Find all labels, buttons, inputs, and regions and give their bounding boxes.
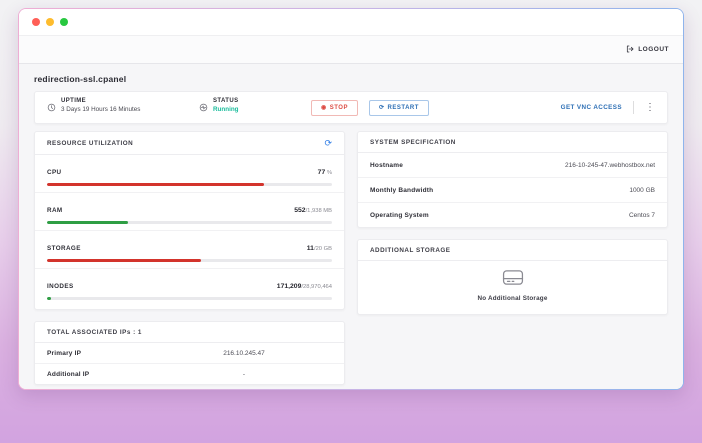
cpu-usage-row: CPU 77 % [35, 155, 344, 193]
storage-drive-icon [502, 269, 524, 291]
logout-label: LOGOUT [638, 46, 669, 53]
logout-icon [626, 45, 634, 55]
storage-value: 11 [307, 245, 314, 252]
desktop-background: LOGOUT redirection-ssl.cpanel UPTIME [0, 0, 702, 443]
additional-storage-header: ADDITIONAL STORAGE [358, 240, 667, 261]
hostname-value: 216-10-245-47.webhostbox.net [565, 162, 655, 169]
resource-utilization-title: RESOURCE UTILIZATION [47, 140, 133, 147]
cpu-progress-fill [47, 183, 264, 186]
right-column: SYSTEM SPECIFICATION Hostname 216-10-245… [357, 131, 668, 385]
cpu-value-unit: % [325, 170, 332, 176]
additional-storage-card: ADDITIONAL STORAGE [357, 239, 668, 315]
storage-progress-track [47, 259, 332, 262]
ram-progress-track [47, 221, 332, 224]
window-minimize-button[interactable] [46, 18, 54, 26]
bandwidth-label: Monthly Bandwidth [370, 187, 433, 194]
operating-system-row: Operating System Centos 7 [358, 203, 667, 227]
storage-value-unit: /20 GB [314, 246, 332, 252]
page-content: redirection-ssl.cpanel UPTIME 3 Days 19 … [19, 64, 683, 389]
left-column: RESOURCE UTILIZATION ⟳ CPU 77 % [34, 131, 345, 385]
storage-progress-fill [47, 259, 201, 262]
system-specification-header: SYSTEM SPECIFICATION [358, 132, 667, 153]
get-vnc-access-link[interactable]: GET VNC ACCESS [561, 104, 622, 111]
inodes-usage-row: INODES 171,209/28,970,464 [35, 269, 344, 309]
restart-icon: ⟳ [379, 104, 385, 111]
uptime-info: UPTIME 3 Days 19 Hours 16 Minutes [47, 98, 199, 117]
resource-utilization-card: RESOURCE UTILIZATION ⟳ CPU 77 % [34, 131, 345, 310]
stop-icon: ◉ [321, 104, 327, 111]
bandwidth-value: 1000 GB [629, 187, 655, 194]
additional-storage-title: ADDITIONAL STORAGE [370, 247, 451, 254]
inodes-value: 171,209 [277, 283, 302, 290]
server-action-bar: UPTIME 3 Days 19 Hours 16 Minutes STATUS [34, 91, 668, 124]
storage-label: STORAGE [47, 245, 81, 252]
system-specification-card: SYSTEM SPECIFICATION Hostname 216-10-245… [357, 131, 668, 228]
status-label: STATUS [213, 98, 239, 104]
pulse-icon [199, 99, 208, 117]
ram-label: RAM [47, 207, 63, 214]
browser-window: LOGOUT redirection-ssl.cpanel UPTIME [18, 8, 684, 390]
more-options-button[interactable]: ⋮ [645, 103, 655, 113]
uptime-value: 3 Days 19 Hours 16 Minutes [61, 106, 140, 113]
cpu-label: CPU [47, 169, 62, 176]
no-additional-storage-text: No Additional Storage [477, 295, 547, 302]
app-header: LOGOUT [19, 35, 683, 64]
uptime-label: UPTIME [61, 98, 140, 104]
window-close-button[interactable] [32, 18, 40, 26]
operating-system-value: Centos 7 [629, 212, 655, 219]
hostname-row: Hostname 216-10-245-47.webhostbox.net [358, 153, 667, 178]
ram-progress-fill [47, 221, 128, 224]
inodes-value-unit: /28,970,464 [301, 284, 332, 290]
additional-ip-value: - [184, 371, 304, 378]
associated-ips-card: TOTAL ASSOCIATED IPs : 1 Primary IP 216.… [34, 321, 345, 385]
ram-value-unit: /1,938 MB [306, 208, 332, 214]
additional-storage-body: No Additional Storage [358, 261, 667, 314]
restart-button-label: RESTART [388, 105, 419, 111]
clock-icon [47, 99, 56, 117]
vertical-divider [633, 101, 634, 114]
additional-ip-row: Additional IP - [35, 364, 344, 384]
status-info: STATUS Running [199, 98, 311, 117]
window-titlebar [19, 9, 683, 35]
additional-ip-label: Additional IP [47, 371, 89, 378]
bandwidth-row: Monthly Bandwidth 1000 GB [358, 178, 667, 203]
app-window: LOGOUT redirection-ssl.cpanel UPTIME [19, 9, 683, 389]
primary-ip-row: Primary IP 216.10.245.47 [35, 343, 344, 364]
window-zoom-button[interactable] [60, 18, 68, 26]
page-title: redirection-ssl.cpanel [34, 74, 668, 84]
hostname-label: Hostname [370, 162, 403, 169]
associated-ips-header: TOTAL ASSOCIATED IPs : 1 [35, 322, 344, 343]
refresh-icon[interactable]: ⟳ [324, 139, 332, 148]
status-value: Running [213, 106, 239, 113]
restart-button[interactable]: ⟳ RESTART [369, 100, 429, 116]
logout-button[interactable]: LOGOUT [626, 45, 669, 55]
operating-system-label: Operating System [370, 212, 429, 219]
stop-button[interactable]: ◉ STOP [311, 100, 358, 116]
primary-ip-label: Primary IP [47, 350, 81, 357]
cpu-progress-track [47, 183, 332, 186]
system-specification-title: SYSTEM SPECIFICATION [370, 139, 456, 146]
associated-ips-title: TOTAL ASSOCIATED IPs : 1 [47, 329, 142, 336]
inodes-label: INODES [47, 283, 74, 290]
primary-ip-value: 216.10.245.47 [184, 350, 304, 357]
ram-usage-row: RAM 552/1,938 MB [35, 193, 344, 231]
resource-utilization-header: RESOURCE UTILIZATION ⟳ [35, 132, 344, 155]
storage-usage-row: STORAGE 11/20 GB [35, 231, 344, 269]
ram-value: 552 [294, 207, 305, 214]
cards-grid: RESOURCE UTILIZATION ⟳ CPU 77 % [34, 131, 668, 385]
stop-button-label: STOP [330, 105, 348, 111]
